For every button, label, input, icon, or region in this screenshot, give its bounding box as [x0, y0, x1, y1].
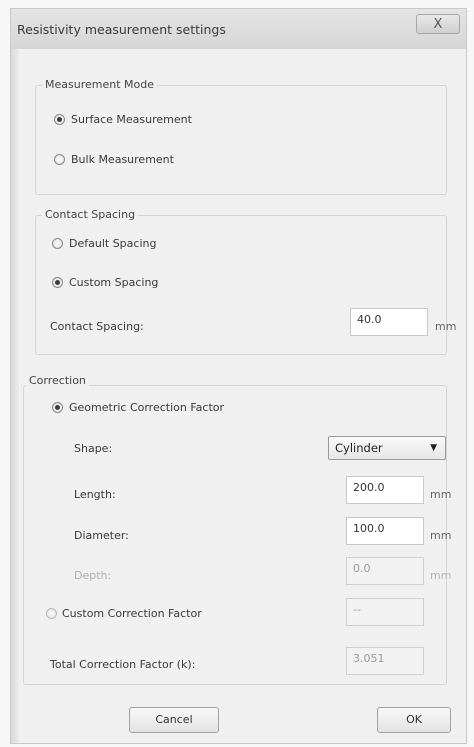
- length-unit: mm: [430, 488, 452, 501]
- contact-spacing-field-label: Contact Spacing:: [50, 320, 144, 333]
- bulk-measurement-label[interactable]: Bulk Measurement: [71, 153, 174, 166]
- total-correction-label: Total Correction Factor (k):: [50, 658, 196, 671]
- measurement-mode-group: Measurement Mode Surface Measurement Bul…: [35, 78, 447, 195]
- surface-measurement-label[interactable]: Surface Measurement: [71, 113, 192, 126]
- geometric-correction-radio[interactable]: [52, 402, 63, 413]
- geometric-correction-label[interactable]: Geometric Correction Factor: [69, 401, 224, 414]
- default-spacing-radio[interactable]: [52, 238, 63, 249]
- custom-correction-input: --: [346, 598, 424, 626]
- contact-spacing-input[interactable]: 40.0: [350, 308, 428, 336]
- depth-unit: mm: [430, 569, 452, 582]
- length-input[interactable]: 200.0: [346, 476, 424, 504]
- radio-selected-dot: [55, 280, 60, 285]
- bulk-measurement-radio[interactable]: [54, 154, 65, 165]
- surface-measurement-radio[interactable]: [54, 114, 65, 125]
- diameter-input[interactable]: 100.0: [346, 517, 424, 545]
- total-correction-value: 3.051: [346, 647, 424, 675]
- length-label: Length:: [74, 488, 116, 501]
- default-spacing-label[interactable]: Default Spacing: [69, 237, 156, 250]
- shape-label: Shape:: [74, 442, 113, 455]
- custom-spacing-radio[interactable]: [52, 277, 63, 288]
- depth-label: Depth:: [74, 569, 112, 582]
- cancel-button[interactable]: Cancel: [129, 707, 219, 733]
- measurement-mode-legend: Measurement Mode: [42, 78, 157, 91]
- correction-legend: Correction: [26, 374, 89, 387]
- window-edge: [11, 49, 19, 743]
- contact-spacing-unit: mm: [435, 320, 457, 333]
- radio-selected-dot: [57, 117, 62, 122]
- correction-group: Correction Geometric Correction Factor S…: [23, 374, 451, 685]
- contact-spacing-group: Contact Spacing Default Spacing Custom S…: [35, 208, 456, 355]
- contact-spacing-legend: Contact Spacing: [42, 208, 139, 221]
- radio-selected-dot: [55, 405, 60, 410]
- shape-dropdown[interactable]: Cylinder ▼: [328, 436, 446, 460]
- dropdown-arrow-icon: ▼: [430, 443, 437, 453]
- close-icon: X: [433, 17, 443, 32]
- dialog-window: Resistivity measurement settings X Measu…: [10, 8, 467, 744]
- custom-correction-label[interactable]: Custom Correction Factor: [62, 607, 202, 620]
- window-title: Resistivity measurement settings: [17, 22, 226, 37]
- close-button[interactable]: X: [416, 14, 460, 34]
- shape-selected-value: Cylinder: [335, 441, 383, 455]
- custom-correction-radio[interactable]: [46, 608, 57, 619]
- title-bar: Resistivity measurement settings X: [11, 9, 466, 49]
- depth-input: 0.0: [346, 557, 424, 585]
- diameter-label: Diameter:: [74, 529, 129, 542]
- ok-button[interactable]: OK: [377, 707, 451, 733]
- custom-spacing-label[interactable]: Custom Spacing: [69, 276, 158, 289]
- diameter-unit: mm: [430, 529, 452, 542]
